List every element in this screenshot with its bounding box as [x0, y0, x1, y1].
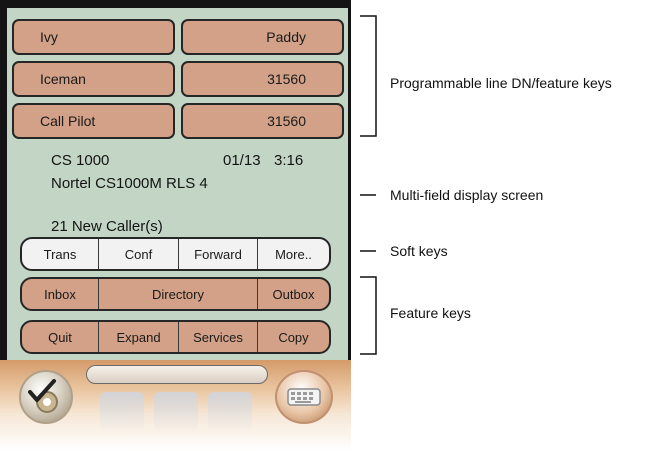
annotation-soft-keys: Soft keys [390, 243, 448, 259]
line-key-label: Paddy [266, 29, 306, 45]
line-key-label: Call Pilot [40, 113, 96, 129]
keyboard-icon[interactable] [275, 370, 333, 424]
dock-app-icon[interactable] [208, 392, 252, 432]
dock-app-icon[interactable] [100, 392, 144, 432]
line-key-label: 31560 [267, 113, 306, 129]
feature-key-services[interactable]: Services [179, 322, 258, 352]
soft-key-forward[interactable]: Forward [179, 239, 258, 269]
dock-app-icon[interactable] [154, 392, 198, 432]
line-key-1-right[interactable]: Paddy [181, 19, 344, 55]
multi-field-display: CS 1000 01/13 3:16 Nortel CS1000M RLS 4 … [20, 146, 340, 238]
feature-key-expand[interactable]: Expand [99, 322, 179, 352]
soft-key-conf[interactable]: Conf [99, 239, 179, 269]
annotation-display: Multi-field display screen [390, 187, 544, 203]
feature-key-bar-1: Inbox Directory Outbox [20, 277, 331, 311]
line-key-2-left[interactable]: Iceman [12, 61, 175, 97]
line-key-2-right[interactable]: 31560 [181, 61, 344, 97]
feature-key-quit[interactable]: Quit [22, 322, 99, 352]
line-key-label: 31560 [267, 71, 306, 87]
feature-key-copy[interactable]: Copy [258, 322, 329, 352]
soft-key-more[interactable]: More.. [258, 239, 329, 269]
feature-key-inbox[interactable]: Inbox [22, 279, 99, 309]
soft-key-trans[interactable]: Trans [22, 239, 99, 269]
feature-key-directory[interactable]: Directory [99, 279, 258, 309]
display-time: 3:16 [274, 152, 304, 169]
display-system-name: CS 1000 [51, 152, 110, 169]
display-release: Nortel CS1000M RLS 4 [51, 175, 208, 192]
display-callers: 21 New Caller(s) [51, 218, 163, 235]
line-keys-bracket [360, 15, 377, 137]
annotation-brackets [360, 15, 377, 355]
line-key-1-left[interactable]: Ivy [12, 19, 175, 55]
display-date: 01/13 [223, 152, 261, 169]
line-key-label: Iceman [40, 71, 86, 87]
feature-key-bar-2: Quit Expand Services Copy [20, 320, 331, 354]
feature-key-outbox[interactable]: Outbox [258, 279, 329, 309]
annotation-line-keys: Programmable line DN/feature keys [390, 75, 612, 91]
soft-key-bar: Trans Conf Forward More.. [20, 237, 331, 271]
settings-check-icon[interactable] [19, 370, 73, 424]
line-key-3-right[interactable]: 31560 [181, 103, 344, 139]
ip-phone-device: Ivy Paddy Iceman 31560 Call Pilot 31560 … [0, 0, 351, 451]
navigation-bar[interactable] [86, 365, 268, 384]
feature-keys-bracket [360, 276, 377, 355]
line-key-label: Ivy [40, 29, 58, 45]
line-key-3-left[interactable]: Call Pilot [12, 103, 175, 139]
annotation-feature-keys: Feature keys [390, 305, 471, 321]
